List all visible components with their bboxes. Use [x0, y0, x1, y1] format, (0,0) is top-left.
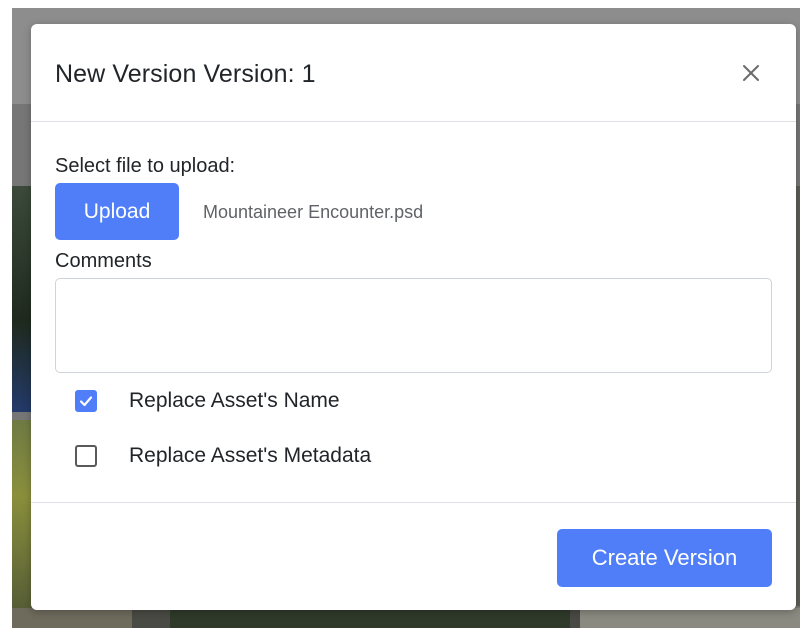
close-button[interactable]: [736, 58, 766, 88]
modal-body: Select file to upload: Upload Mountainee…: [55, 122, 772, 502]
thumbnail-dimmed: [796, 186, 800, 606]
modal-header: New Version Version: 1: [31, 24, 796, 122]
modal-title: New Version Version: 1: [55, 60, 316, 88]
close-icon: [743, 65, 759, 81]
replace-name-label: Replace Asset's Name: [129, 389, 340, 412]
thumbnail-dimmed: [12, 420, 32, 610]
replace-name-option[interactable]: Replace Asset's Name: [75, 387, 340, 415]
replace-metadata-option[interactable]: Replace Asset's Metadata: [75, 442, 371, 470]
replace-metadata-checkbox[interactable]: [75, 445, 97, 467]
comments-input[interactable]: [55, 278, 772, 373]
comments-label: Comments: [55, 250, 152, 272]
create-version-button[interactable]: Create Version: [557, 529, 772, 587]
upload-button[interactable]: Upload: [55, 183, 179, 240]
upload-label: Select file to upload:: [55, 155, 236, 177]
selected-filename: Mountaineer Encounter.psd: [203, 202, 424, 222]
new-version-modal: New Version Version: 1 Select file to up…: [31, 24, 796, 610]
checkmark-icon: [79, 396, 93, 407]
replace-metadata-label: Replace Asset's Metadata: [129, 444, 372, 467]
replace-name-checkbox[interactable]: [75, 390, 97, 412]
thumbnail-dimmed: [12, 186, 32, 412]
modal-footer: Create Version: [31, 502, 796, 610]
thumbnail-strip-dimmed: [12, 608, 800, 628]
